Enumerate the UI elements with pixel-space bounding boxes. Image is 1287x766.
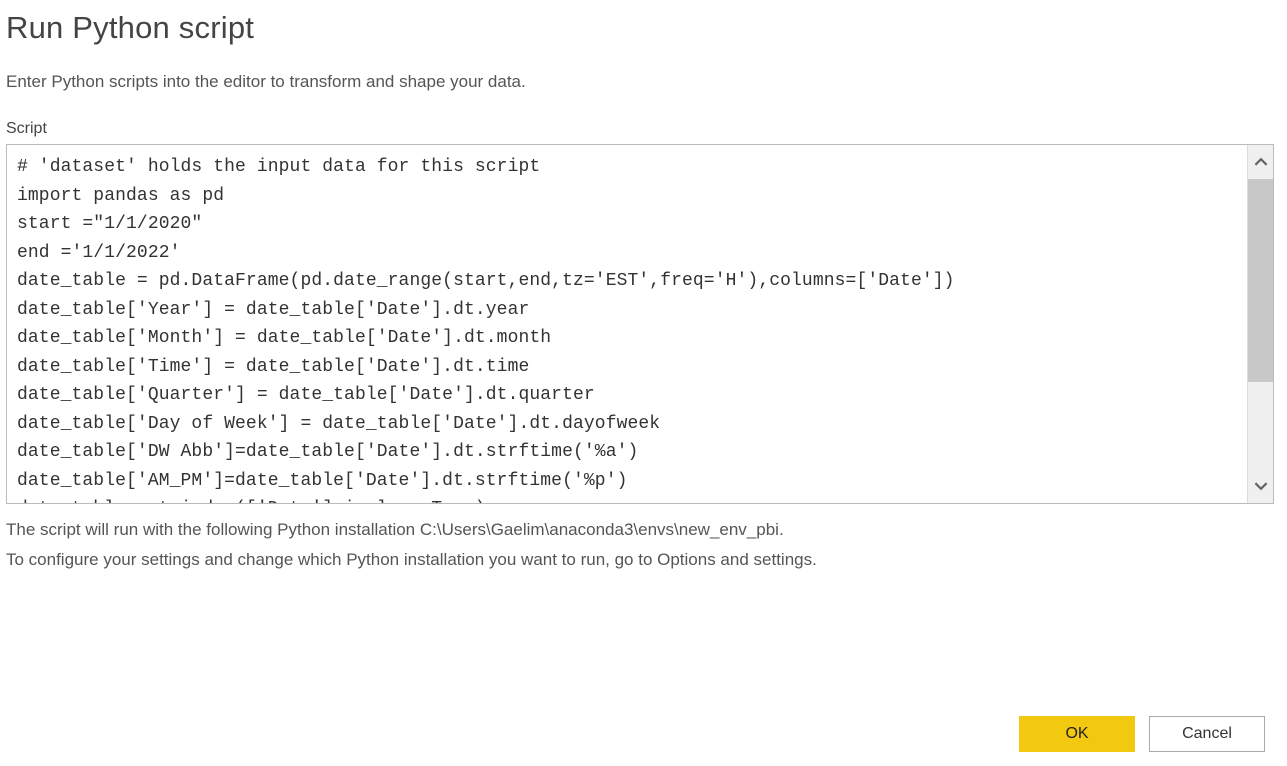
script-label: Script — [6, 120, 1277, 138]
editor-scrollbar[interactable] — [1247, 145, 1273, 503]
script-editor[interactable]: # 'dataset' holds the input data for thi… — [7, 145, 1247, 503]
dialog-subtitle: Enter Python scripts into the editor to … — [6, 72, 1277, 92]
chevron-up-icon — [1254, 155, 1268, 169]
scroll-down-button[interactable] — [1248, 469, 1273, 503]
configure-info: To configure your settings and change wh… — [6, 550, 1277, 570]
python-install-info: The script will run with the following P… — [6, 520, 1277, 540]
scroll-thumb[interactable] — [1248, 179, 1273, 382]
scroll-track[interactable] — [1248, 179, 1273, 469]
scroll-up-button[interactable] — [1248, 145, 1273, 179]
ok-button[interactable]: OK — [1019, 716, 1135, 752]
dialog-title: Run Python script — [6, 10, 1277, 46]
script-editor-container: # 'dataset' holds the input data for thi… — [6, 144, 1274, 504]
chevron-down-icon — [1254, 479, 1268, 493]
cancel-button[interactable]: Cancel — [1149, 716, 1265, 752]
dialog-button-row: OK Cancel — [1019, 716, 1265, 752]
